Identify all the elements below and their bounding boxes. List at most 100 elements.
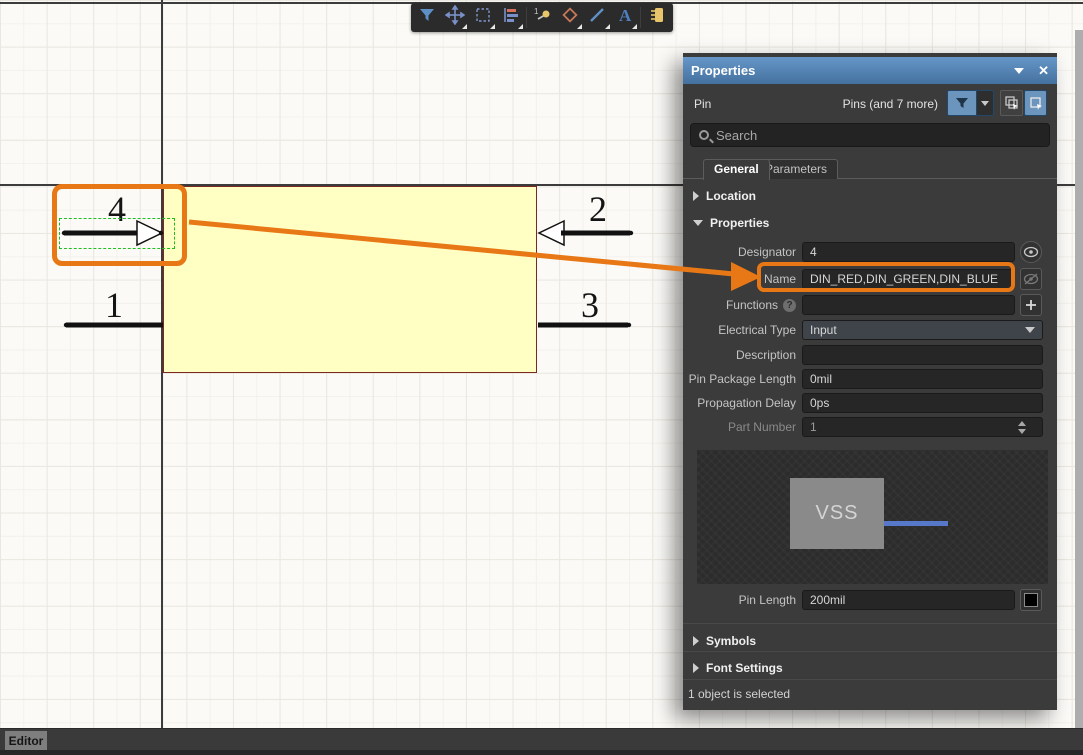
bottom-bar: Editor bbox=[0, 728, 1083, 755]
help-icon[interactable]: ? bbox=[783, 299, 796, 312]
preview-pin-line bbox=[884, 521, 948, 526]
dropdown-corner bbox=[577, 24, 582, 29]
section-symbols-label: Symbols bbox=[706, 634, 756, 648]
svg-text:1: 1 bbox=[534, 7, 539, 16]
functions-label-row: Functions ? bbox=[683, 295, 796, 315]
eye-slash-icon bbox=[1023, 273, 1039, 285]
dropdown-corner bbox=[490, 24, 495, 29]
preview-symbol-label: VSS bbox=[815, 502, 858, 525]
designator-label: Designator bbox=[683, 242, 796, 262]
selection-filter-dropdown[interactable] bbox=[977, 90, 994, 116]
align-tool-button[interactable] bbox=[497, 5, 524, 30]
add-function-button[interactable] bbox=[1020, 294, 1042, 316]
chevron-down-icon bbox=[1025, 327, 1035, 333]
collapsed-triangle-icon bbox=[693, 191, 699, 201]
pin-preview: VSS bbox=[697, 450, 1048, 584]
section-properties-label: Properties bbox=[710, 216, 769, 230]
pin-4-highlight-box bbox=[52, 184, 187, 266]
select-single-button[interactable] bbox=[1024, 90, 1047, 116]
part-number-spinner[interactable] bbox=[1015, 417, 1029, 437]
pin-1-endpoint bbox=[64, 323, 68, 327]
pin-tool-button[interactable]: 1 bbox=[529, 5, 556, 30]
selection-filter-button[interactable] bbox=[947, 90, 977, 116]
editor-tab[interactable]: Editor bbox=[5, 731, 47, 750]
electrical-type-select[interactable]: Input bbox=[802, 320, 1043, 340]
search-input[interactable] bbox=[716, 128, 1041, 143]
dropdown-corner bbox=[632, 24, 637, 29]
pin-1-designator[interactable]: 1 bbox=[96, 286, 132, 324]
object-type-label: Pin bbox=[694, 97, 711, 111]
selection-status: 1 object is selected bbox=[688, 687, 790, 701]
move-tool-button[interactable] bbox=[442, 5, 469, 30]
functions-input[interactable] bbox=[802, 295, 1015, 315]
panel-title: Properties bbox=[691, 63, 1014, 78]
pin-3-designator[interactable]: 3 bbox=[572, 286, 608, 324]
pin-2-designator[interactable]: 2 bbox=[580, 190, 616, 228]
selection-summary-label: Pins (and 7 more) bbox=[843, 97, 938, 111]
eye-icon bbox=[1023, 246, 1039, 258]
description-input[interactable] bbox=[802, 345, 1043, 365]
object-header-row: Pin Pins (and 7 more) bbox=[683, 90, 1057, 117]
pin-probe-icon: 1 bbox=[532, 5, 552, 30]
toolbar-separator bbox=[640, 7, 641, 28]
properties-panel: Properties ✕ Pin Pins (and 7 more) bbox=[683, 53, 1057, 710]
diamond-tool-button[interactable] bbox=[556, 5, 583, 30]
section-location[interactable]: Location bbox=[683, 186, 1057, 206]
spinner-down-icon[interactable] bbox=[1018, 429, 1026, 434]
electrical-type-label: Electrical Type bbox=[683, 320, 796, 340]
divider bbox=[683, 679, 1057, 680]
sheet-edge bbox=[1075, 30, 1083, 728]
designator-input[interactable] bbox=[802, 242, 1015, 262]
name-visibility-button[interactable] bbox=[1020, 268, 1042, 290]
search-box[interactable] bbox=[690, 123, 1050, 147]
divider bbox=[683, 651, 1057, 652]
spinner-up-icon[interactable] bbox=[1018, 421, 1026, 426]
section-location-label: Location bbox=[706, 189, 756, 203]
pin-color-button[interactable] bbox=[1020, 589, 1042, 611]
part-number-label: Part Number bbox=[683, 417, 796, 437]
section-font-settings[interactable]: Font Settings bbox=[683, 658, 1057, 678]
svg-text:A: A bbox=[619, 6, 632, 25]
component-body[interactable] bbox=[163, 186, 537, 373]
name-input[interactable] bbox=[802, 269, 1015, 289]
tab-general[interactable]: General bbox=[703, 159, 770, 180]
panel-tabs: General Parameters bbox=[683, 159, 1057, 179]
toolbar-separator bbox=[526, 7, 527, 28]
section-symbols[interactable]: Symbols bbox=[683, 631, 1057, 651]
pin-length-input[interactable] bbox=[802, 590, 1015, 610]
filter-tool-button[interactable] bbox=[414, 5, 441, 30]
selection-tool-button[interactable] bbox=[469, 5, 496, 30]
select-objects-button[interactable] bbox=[1000, 90, 1023, 116]
ic-part-icon bbox=[647, 5, 667, 30]
text-tool-button[interactable]: A bbox=[612, 5, 639, 30]
plus-icon bbox=[1025, 299, 1037, 311]
dropdown-corner bbox=[462, 24, 467, 29]
section-font-settings-label: Font Settings bbox=[706, 661, 783, 675]
collapsed-triangle-icon bbox=[693, 663, 699, 673]
panel-close-icon[interactable]: ✕ bbox=[1038, 64, 1049, 77]
section-properties[interactable]: Properties bbox=[683, 213, 1057, 233]
pin-package-length-label: Pin Package Length bbox=[683, 369, 796, 389]
dropdown-corner bbox=[605, 24, 610, 29]
panel-titlebar[interactable]: Properties ✕ bbox=[683, 57, 1057, 84]
select-single-icon bbox=[1028, 95, 1044, 111]
name-label: Name bbox=[683, 269, 796, 289]
color-swatch bbox=[1024, 593, 1038, 607]
pin-package-length-input[interactable] bbox=[802, 369, 1043, 389]
application-window: 4 1 2 3 bbox=[0, 0, 1083, 755]
pin-length-label: Pin Length bbox=[683, 590, 796, 610]
search-icon bbox=[699, 130, 709, 140]
propagation-delay-input[interactable] bbox=[802, 393, 1043, 413]
panel-menu-caret-icon[interactable] bbox=[1014, 68, 1024, 74]
designator-visibility-button[interactable] bbox=[1020, 241, 1042, 263]
select-multi-icon bbox=[1004, 95, 1020, 111]
drawing-toolbar: 1 A bbox=[411, 3, 673, 32]
divider bbox=[683, 623, 1057, 624]
line-tool-button[interactable] bbox=[584, 5, 611, 30]
part-number-input[interactable] bbox=[802, 417, 1043, 437]
part-tool-button[interactable] bbox=[643, 5, 670, 30]
electrical-type-value: Input bbox=[810, 323, 837, 337]
propagation-delay-label: Propagation Delay bbox=[683, 393, 796, 413]
functions-label: Functions bbox=[726, 295, 778, 315]
pin-2-arrow[interactable] bbox=[539, 221, 564, 245]
